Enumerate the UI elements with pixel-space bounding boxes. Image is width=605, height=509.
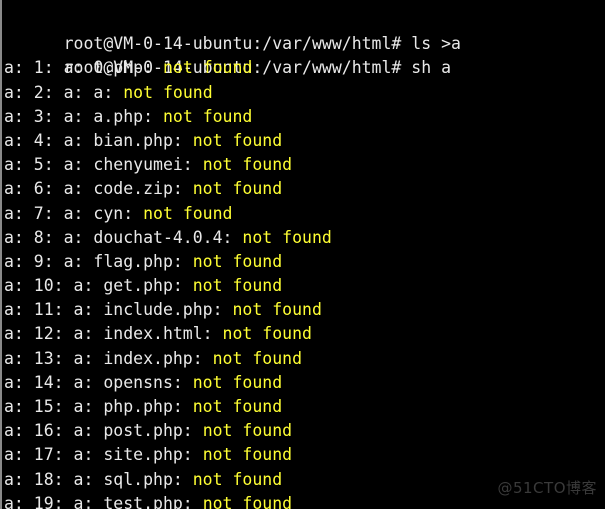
output-line: a: 5: a: chenyumei: not found xyxy=(4,153,461,177)
output-prefix: a: 19: a: test.php: xyxy=(4,493,203,509)
output-error: not found xyxy=(232,300,322,320)
output-error: not found xyxy=(192,372,283,392)
output-error: not found xyxy=(192,251,283,271)
output-prefix: a: 17: a: site.php: xyxy=(4,445,203,465)
output-prefix: a: 8: a: douchat-4.0.4: xyxy=(4,227,243,247)
output-prefix: a: 12: a: index.html: xyxy=(4,324,223,344)
output-line: a: 8: a: douchat-4.0.4: not found xyxy=(4,226,461,250)
output-error: not found xyxy=(192,469,283,489)
output-prefix: a: 4: a: bian.php: xyxy=(4,130,193,150)
output-line: a: 18: a: sql.php: not found xyxy=(4,468,461,492)
output-prefix: a: 13: a: index.php: xyxy=(4,348,213,368)
output-line: a: 3: a: a.php: not found xyxy=(4,105,461,129)
output-error: not found xyxy=(212,348,303,368)
shell-prompt: root@VM-0-14-ubuntu:/var/www/html# xyxy=(63,34,412,54)
shell-command: ls >a xyxy=(411,34,461,54)
terminal-window[interactable]: root@VM-0-14-ubuntu:/var/www/html# ls >a… xyxy=(0,0,605,509)
output-error: not found xyxy=(192,179,283,199)
output-line: a: 14: a: opensns: not found xyxy=(4,371,461,395)
output-line: a: 19: a: test.php: not found xyxy=(4,492,461,509)
output-line: a: 10: a: get.php: not found xyxy=(4,274,461,298)
output-prefix: a: 5: a: chenyumei: xyxy=(4,155,203,175)
output-line: a: 6: a: code.zip: not found xyxy=(4,177,461,201)
output-prefix: a: 16: a: post.php: xyxy=(4,421,203,441)
clipped-prompt-row: root@VM-0-14-ubuntu:/var/www/html# ls >a xyxy=(2,0,605,8)
output-prefix: a: 14: a: opensns: xyxy=(4,372,193,392)
output-prefix: a: 18: a: sql.php: xyxy=(4,469,193,489)
shell-command: sh a xyxy=(411,58,452,78)
output-error: not found xyxy=(202,445,293,465)
output-line: a: 7: a: cyn: not found xyxy=(4,202,461,226)
output-prefix: a: 3: a: a.php: xyxy=(4,106,163,126)
output-error: not found xyxy=(202,421,293,441)
terminal-output-area: root@VM-0-14-ubuntu:/var/www/html# ls >a… xyxy=(4,8,461,509)
output-error: not found xyxy=(162,106,253,126)
output-line: a: 16: a: post.php: not found xyxy=(4,419,461,443)
output-error: not found xyxy=(202,155,293,175)
output-line: a: 9: a: flag.php: not found xyxy=(4,250,461,274)
output-prefix: a: 10: a: get.php: xyxy=(4,276,193,296)
prompt-line: root@VM-0-14-ubuntu:/var/www/html# ls >a xyxy=(4,8,461,53)
output-line: a: 4: a: bian.php: not found xyxy=(4,129,461,153)
output-prefix: a: 6: a: code.zip: xyxy=(4,179,193,199)
output-error: not found xyxy=(143,203,233,223)
output-error: not found xyxy=(192,130,283,150)
output-prefix: a: 11: a: include.php: xyxy=(4,300,233,320)
output-line: a: 13: a: index.php: not found xyxy=(4,347,461,371)
output-error: not found xyxy=(162,58,253,78)
output-error: not found xyxy=(192,276,283,296)
watermark: @51CTO博客 xyxy=(497,478,597,497)
output-prefix: a: 1: a: 0.php: xyxy=(4,58,163,78)
output-prefix: a: 9: a: flag.php: xyxy=(4,251,193,271)
output-prefix: a: 15: a: php.php: xyxy=(4,397,193,416)
output-line: a: 11: a: include.php: not found xyxy=(4,298,461,322)
output-error: not found xyxy=(222,324,312,344)
output-prefix: a: 2: a: a: xyxy=(4,82,124,102)
output-line: a: 12: a: index.html: not found xyxy=(4,322,461,346)
output-error: not found xyxy=(192,397,283,416)
output-error: not found xyxy=(242,227,332,247)
output-prefix: a: 7: a: cyn: xyxy=(4,203,144,223)
output-error: not found xyxy=(202,493,293,509)
output-line: a: 2: a: a: not found xyxy=(4,81,461,105)
output-line: a: 17: a: site.php: not found xyxy=(4,443,461,467)
output-error: not found xyxy=(123,82,213,102)
output-line: a: 15: a: php.php: not found xyxy=(4,395,461,419)
